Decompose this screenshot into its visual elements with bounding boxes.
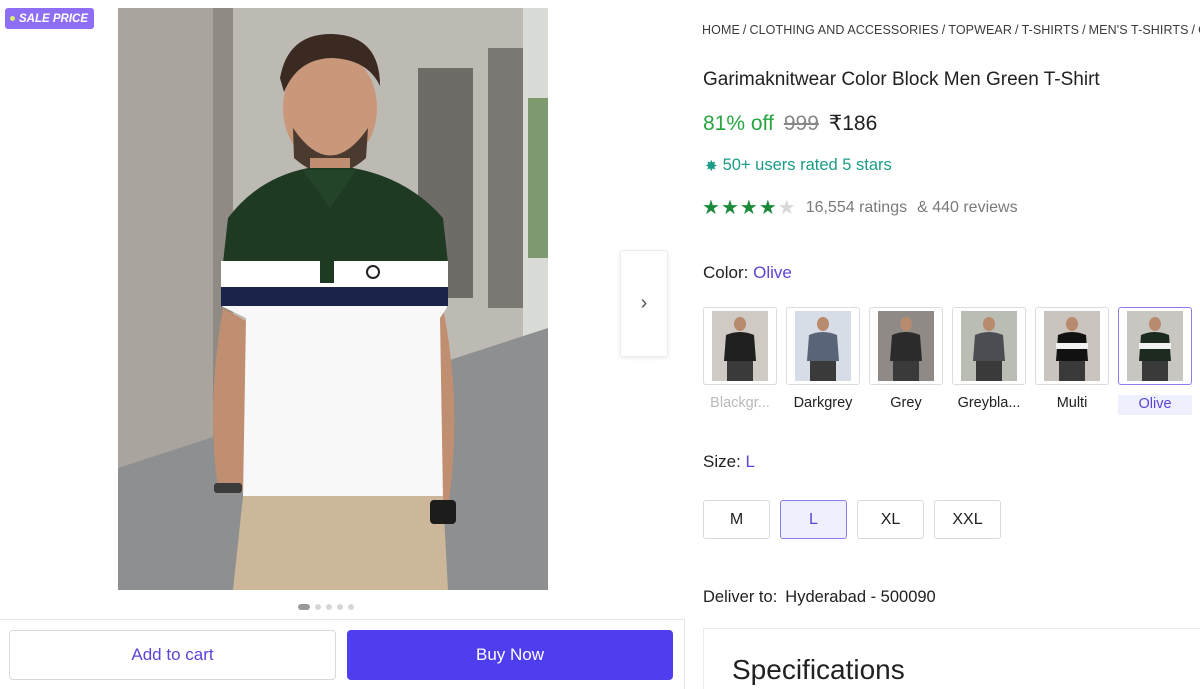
color-swatch-thumbnail: [1118, 307, 1192, 385]
pagination-dot[interactable]: [348, 604, 354, 610]
color-swatch-label: Olive: [1118, 395, 1192, 415]
color-swatch[interactable]: Multi: [1035, 307, 1109, 415]
ratings-count: 16,554 ratings: [805, 199, 908, 216]
chevron-right-icon: ›: [640, 292, 648, 314]
swatch-shirt-illustration: [961, 311, 1017, 381]
star-empty-icon: ★: [777, 197, 796, 219]
users-rated-banner: ✸ 50+ users rated 5 stars: [705, 156, 892, 175]
delivery-location-value[interactable]: Hyderabad - 500090: [785, 588, 935, 607]
swatch-shirt-illustration: [712, 311, 768, 381]
vertical-divider: [684, 619, 685, 689]
color-swatch-list: Blackgr... Darkgrey Grey Greybla... Multi Oli…: [703, 307, 1192, 415]
swatch-shirt-illustration: [1127, 311, 1183, 381]
sale-price-badge: SALE PRICE: [5, 8, 95, 29]
star-filled-icon: ★: [739, 197, 758, 219]
gallery-pagination: [298, 604, 354, 610]
badge-dot-icon: [10, 16, 15, 21]
color-swatch-label: Darkgrey: [793, 395, 853, 411]
price-row: 81% off 999 ₹186: [703, 111, 877, 136]
breadcrumb-item-clothing[interactable]: CLOTHING AND ACCESSORIES: [749, 23, 938, 37]
rating-summary[interactable]: ★ ★ ★ ★ ★ 16,554 ratings & 440 reviews: [702, 198, 1018, 218]
rating-stars: ★ ★ ★ ★ ★: [702, 198, 796, 218]
size-option-list: M L XL XXL: [703, 500, 1001, 539]
size-option-xxl[interactable]: XXL: [934, 500, 1001, 539]
specifications-heading: Specifications: [732, 654, 905, 685]
swatch-shirt-illustration: [795, 311, 851, 381]
breadcrumb: HOME / CLOTHING AND ACCESSORIES / TOPWEAR / T-…: [702, 23, 1200, 37]
star-filled-icon: ★: [702, 197, 720, 219]
pagination-dot[interactable]: [326, 604, 332, 610]
color-swatch-thumbnail: [869, 307, 943, 385]
star-filled-icon: ★: [758, 197, 777, 219]
swatch-shirt-illustration: [1044, 311, 1100, 381]
swatch-shirt-illustration: [878, 311, 934, 381]
size-selector-label: Size: L: [703, 452, 755, 471]
add-to-cart-button[interactable]: Add to cart: [9, 630, 336, 680]
delivery-location: Deliver to: Hyderabad - 500090: [703, 588, 936, 607]
color-selector-label: Color: Olive: [703, 263, 792, 282]
sparkle-star-icon: ✸: [705, 157, 718, 175]
color-swatch-thumbnail: [786, 307, 860, 385]
users-rated-text: 50+ users rated 5 stars: [722, 156, 892, 174]
color-swatch-label: Greybla...: [957, 395, 1021, 411]
color-swatch[interactable]: Grey: [869, 307, 943, 415]
gallery-next-button[interactable]: ›: [620, 250, 668, 357]
breadcrumb-item-topwear[interactable]: TOPWEAR: [948, 23, 1012, 37]
selected-color-value: Olive: [753, 263, 792, 282]
size-option-m[interactable]: M: [703, 500, 770, 539]
color-swatch-label: Multi: [1056, 395, 1088, 411]
color-swatch[interactable]: Olive: [1118, 307, 1192, 415]
breadcrumb-item-tshirts[interactable]: T-SHIRTS: [1022, 23, 1080, 37]
color-swatch-thumbnail: [1035, 307, 1109, 385]
buy-now-button[interactable]: Buy Now: [347, 630, 673, 680]
color-swatch[interactable]: Darkgrey: [786, 307, 860, 415]
mrp-price: 999: [783, 112, 819, 135]
size-option-xl[interactable]: XL: [857, 500, 924, 539]
reviews-count: & 440 reviews: [917, 199, 1018, 216]
color-swatch[interactable]: Blackgr...: [703, 307, 777, 415]
breadcrumb-item-home[interactable]: HOME: [702, 23, 740, 37]
product-photo-illustration: [118, 8, 548, 590]
product-title: Garimaknitwear Color Block Men Green T-S…: [703, 69, 1100, 90]
selected-size-value: L: [745, 452, 755, 471]
color-swatch-thumbnail: [952, 307, 1026, 385]
color-swatch[interactable]: Greybla...: [952, 307, 1026, 415]
breadcrumb-item-mens-tshirts[interactable]: MEN'S T-SHIRTS: [1089, 23, 1189, 37]
color-swatch-thumbnail: [703, 307, 777, 385]
pagination-dot-active[interactable]: [298, 604, 310, 610]
product-main-image[interactable]: [118, 8, 548, 590]
pagination-dot[interactable]: [315, 604, 321, 610]
bottom-divider: [0, 619, 685, 620]
selling-price: ₹186: [828, 112, 878, 135]
deliver-to-label: Deliver to:: [703, 588, 778, 606]
sale-price-label: SALE PRICE: [19, 12, 89, 25]
discount-percent: 81% off: [703, 112, 774, 135]
star-filled-icon: ★: [720, 197, 739, 219]
color-swatch-label: Blackgr...: [710, 395, 770, 411]
pagination-dot[interactable]: [337, 604, 343, 610]
size-option-l[interactable]: L: [780, 500, 847, 539]
color-swatch-label: Grey: [890, 395, 922, 411]
